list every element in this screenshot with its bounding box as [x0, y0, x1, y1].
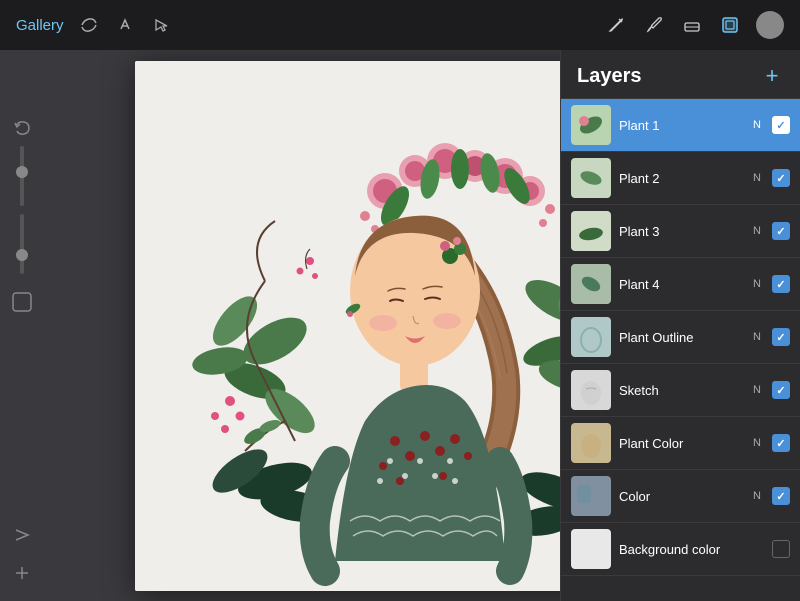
color-picker[interactable]	[6, 286, 38, 318]
layer-visibility-checkbox[interactable]	[772, 434, 790, 452]
layer-visibility-checkbox[interactable]	[772, 381, 790, 399]
layer-blend-mode: N	[750, 384, 764, 396]
layer-name: Plant 3	[619, 224, 742, 239]
layer-visibility-checkbox[interactable]	[772, 222, 790, 240]
opacity-slider[interactable]	[6, 160, 38, 192]
eraser-tool-icon[interactable]	[680, 13, 704, 37]
layer-visibility-checkbox[interactable]	[772, 169, 790, 187]
toolbar-left: Gallery	[16, 14, 172, 36]
layer-item[interactable]: Plant Color N	[561, 417, 800, 470]
layer-item[interactable]: Plant 4 N	[561, 258, 800, 311]
layers-title: Layers	[577, 65, 642, 88]
layer-thumbnail	[571, 529, 611, 569]
select-icon[interactable]	[150, 14, 172, 36]
layer-thumbnail	[571, 370, 611, 410]
layer-item[interactable]: Background color	[561, 523, 800, 576]
size-slider[interactable]	[6, 228, 38, 260]
layer-blend-mode: N	[750, 225, 764, 237]
layer-blend-mode: N	[750, 278, 764, 290]
layer-item[interactable]: Plant 2 N	[561, 152, 800, 205]
layer-visibility-checkbox[interactable]	[772, 540, 790, 558]
layers-list: Plant 1 N Plant 2 N Plant 3 N Plant 4 N Plan…	[561, 99, 800, 601]
layers-tool-icon[interactable]	[718, 13, 742, 37]
layer-blend-mode: N	[750, 437, 764, 449]
layer-name: Plant 1	[619, 118, 742, 133]
modify-icon[interactable]	[78, 14, 100, 36]
layer-item[interactable]: Plant 1 N	[561, 99, 800, 152]
main-toolbar: Gallery	[0, 0, 800, 50]
transform-icon[interactable]	[114, 14, 136, 36]
avatar-button[interactable]	[756, 11, 784, 39]
layer-blend-mode: N	[750, 119, 764, 131]
gallery-button[interactable]: Gallery	[16, 17, 64, 34]
zoom-button[interactable]	[6, 557, 38, 589]
left-toolbar	[0, 100, 44, 601]
layer-thumbnail	[571, 476, 611, 516]
layer-item[interactable]: Plant 3 N	[561, 205, 800, 258]
undo-button[interactable]	[6, 112, 38, 144]
layer-thumbnail	[571, 105, 611, 145]
layer-item[interactable]: Plant Outline N	[561, 311, 800, 364]
layer-thumbnail	[571, 211, 611, 251]
layer-name: Background color	[619, 542, 742, 557]
layer-item[interactable]: Sketch N	[561, 364, 800, 417]
layer-name: Plant 4	[619, 277, 742, 292]
layer-name: Sketch	[619, 383, 742, 398]
layers-header: Layers +	[561, 50, 800, 99]
layer-blend-mode: N	[750, 172, 764, 184]
layer-thumbnail	[571, 423, 611, 463]
layer-visibility-checkbox[interactable]	[772, 487, 790, 505]
layer-visibility-checkbox[interactable]	[772, 328, 790, 346]
layer-thumbnail	[571, 264, 611, 304]
layer-name: Plant Outline	[619, 330, 742, 345]
toolbar-right	[604, 11, 784, 39]
layer-item[interactable]: Color N	[561, 470, 800, 523]
flip-button[interactable]	[6, 519, 38, 551]
layers-add-button[interactable]: +	[760, 64, 784, 88]
layer-visibility-checkbox[interactable]	[772, 275, 790, 293]
layer-visibility-checkbox[interactable]	[772, 116, 790, 134]
layer-name: Color	[619, 489, 742, 504]
pen-tool-icon[interactable]	[604, 13, 628, 37]
brush-tool-icon[interactable]	[642, 13, 666, 37]
layers-panel: Layers + Plant 1 N Plant 2 N Plant 3 N Plan…	[560, 50, 800, 601]
layer-name: Plant 2	[619, 171, 742, 186]
layer-thumbnail	[571, 317, 611, 357]
layer-name: Plant Color	[619, 436, 742, 451]
layer-thumbnail	[571, 158, 611, 198]
layer-blend-mode: N	[750, 490, 764, 502]
layer-blend-mode: N	[750, 331, 764, 343]
